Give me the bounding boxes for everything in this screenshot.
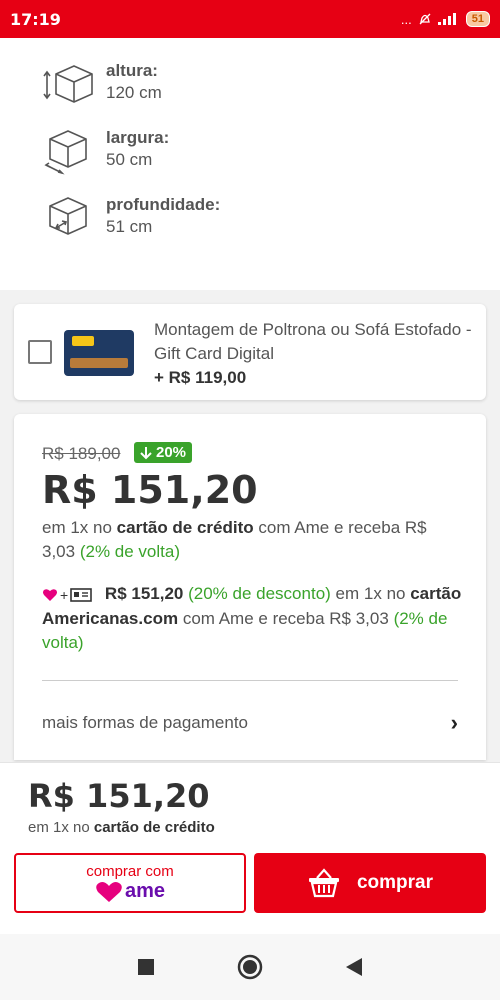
montage-service-card[interactable]: Montagem de Poltrona ou Sofá Estofado - … — [14, 304, 486, 400]
ame-heart-icon — [96, 881, 122, 902]
dimension-label: altura: — [106, 61, 158, 80]
gift-card-image — [64, 330, 134, 376]
dimension-value: 120 cm — [106, 83, 162, 102]
ame-logo: ame — [95, 880, 165, 903]
buy-with-ame-button[interactable]: comprar com ame — [14, 853, 246, 913]
ame-logo-text: ame — [124, 880, 166, 902]
dimension-label: largura: — [106, 128, 170, 147]
buy-label: comprar — [356, 872, 434, 893]
montage-title: Montagem de Poltrona ou Sofá Estofado - … — [154, 320, 472, 363]
depth-box-icon — [49, 197, 87, 235]
dimension-height: altura: 120 cm — [40, 60, 162, 110]
ame-discount: (20% de desconto) — [188, 584, 331, 603]
montage-price: + R$ 119,00 — [154, 368, 247, 387]
arrow-down-icon — [140, 446, 152, 459]
more-payments-link[interactable]: mais formas de pagamento › — [42, 710, 458, 736]
more-payments-label: mais formas de pagamento — [42, 713, 248, 732]
dimensions-section: altura: 120 cm largura: 50 cm profundida… — [0, 38, 500, 290]
width-box-icon — [44, 130, 87, 175]
chevron-right-icon: › — [450, 710, 458, 735]
ame-card-terms: + R$ 151,20 (20% de desconto) em 1x no c… — [42, 582, 472, 655]
height-box-icon — [43, 65, 93, 103]
dimension-label: profundidade: — [106, 195, 221, 214]
credit-card-terms: em 1x no cartão de crédito com Ame e rec… — [42, 516, 462, 564]
montage-checkbox[interactable] — [28, 340, 52, 364]
price-card: R$ 189,00 20% R$ 151,20 em 1x no cartão … — [14, 414, 486, 760]
status-indicators: ... 51 — [401, 11, 490, 27]
status-bar: 17:19 ... 51 — [0, 0, 500, 38]
credit-card-label: cartão de crédito — [116, 518, 254, 537]
montage-text: Montagem de Poltrona ou Sofá Estofado - … — [154, 318, 474, 390]
dimension-value: 51 cm — [106, 217, 153, 236]
discount-value: 20% — [156, 444, 187, 461]
discount-badge: 20% — [134, 442, 193, 463]
bottom-terms-prefix: em 1x no — [28, 819, 90, 836]
ame-price: R$ 151,20 — [104, 584, 184, 603]
recent-apps-icon[interactable] — [137, 958, 155, 976]
basket-icon — [308, 868, 339, 898]
buy-with-ame-label: comprar com — [86, 863, 174, 880]
bottom-terms-bold: cartão de crédito — [93, 819, 215, 836]
credit-prefix: em 1x no — [42, 518, 112, 537]
ame-tail: com Ame e receba R$ 3,03 — [182, 608, 389, 628]
current-price: R$ 151,20 — [42, 468, 258, 512]
dimension-value: 50 cm — [106, 150, 153, 169]
system-nav-bar — [0, 934, 500, 1000]
status-time: 17:19 — [10, 9, 61, 29]
signal-icon — [437, 13, 456, 25]
notifications-off-icon — [419, 13, 431, 25]
credit-cashback: (2% de volta) — [79, 542, 180, 561]
buy-button[interactable]: comprar — [254, 853, 486, 913]
status-dots: ... — [400, 11, 412, 27]
divider — [42, 680, 458, 681]
ame-mid: em 1x no — [335, 584, 406, 603]
home-icon[interactable] — [237, 954, 263, 980]
ame-plus-card-icon: + — [42, 583, 92, 607]
bottom-price: R$ 151,20 — [28, 777, 210, 815]
dimension-width: largura: 50 cm — [40, 127, 169, 177]
back-icon[interactable] — [345, 957, 363, 977]
old-price: R$ 189,00 — [42, 444, 121, 463]
dimension-depth: profundidade: 51 cm — [40, 194, 220, 244]
battery-icon: 51 — [465, 11, 490, 27]
purchase-bar: R$ 151,20 em 1x no cartão de crédito com… — [0, 762, 500, 934]
bottom-terms: em 1x no cartão de crédito — [28, 819, 215, 836]
